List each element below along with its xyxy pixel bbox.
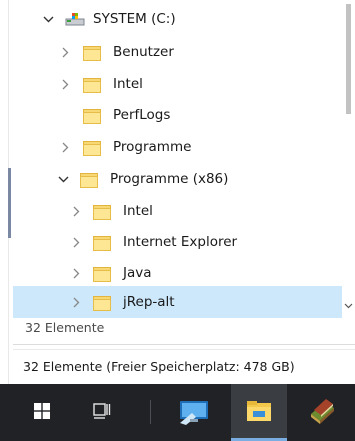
tree-item-internet-explorer[interactable]: Internet Explorer [13,227,342,257]
chevron-down-icon[interactable] [56,172,70,186]
folder-icon [82,107,102,124]
tree-item-label: jRep-alt [123,294,175,310]
taskbar-separator [150,400,151,424]
folder-icon [82,44,102,61]
chevron-right-icon[interactable] [58,140,72,154]
tree-item-benutzer[interactable]: Benutzer [13,37,342,67]
folder-icon [92,203,112,220]
chevron-down-icon[interactable] [41,12,55,26]
folder-icon [82,76,102,93]
chevron-right-icon[interactable] [58,45,72,59]
task-view-icon [93,402,111,423]
tree-item-jrep-alt[interactable]: jRep-alt [13,286,342,318]
remote-desktop-icon [178,397,212,429]
tree-item-java[interactable]: Java [13,258,342,288]
chevron-right-icon[interactable] [58,77,72,91]
tree-item-label: Intel [123,203,153,219]
folder-icon [82,139,102,156]
tree-item-label: Java [123,265,152,281]
folder-icon [92,234,112,251]
start-button[interactable] [18,384,66,441]
windows-logo-icon [34,402,50,423]
scroll-down-icon[interactable] [343,300,354,312]
books-app[interactable] [296,384,348,441]
tree-item-label: SYSTEM (C:) [93,11,176,27]
folder-icon [92,265,112,282]
tree-item-intel[interactable]: Intel [13,69,342,99]
tree-item-system-drive[interactable]: SYSTEM (C:) [13,4,342,34]
tree-item-label: Internet Explorer [123,234,238,250]
status-text: 32 Elemente (Freier Speicherplatz: 478 G… [23,359,295,374]
file-explorer-icon [246,400,272,426]
vertical-scrollbar[interactable] [342,0,355,318]
chevron-placeholder [58,108,72,122]
tree-item-label: PerfLogs [113,107,171,123]
books-icon [307,396,337,430]
window-edge-accent [8,168,11,238]
scrollbar-thumb[interactable] [346,4,351,114]
tree-item-label: Benutzer [113,44,174,60]
tree-item-programme-x86[interactable]: Programme (x86) [13,164,342,194]
chevron-right-icon[interactable] [69,266,83,280]
drive-icon [65,12,85,26]
remote-desktop-app[interactable] [170,384,220,441]
tree-item-perflogs[interactable]: PerfLogs [13,100,342,130]
pane-divider [13,344,355,345]
chevron-right-icon[interactable] [69,204,83,218]
tree-item-label: Programme (x86) [110,171,229,187]
taskbar [0,384,355,441]
tree-item-x86-intel[interactable]: Intel [13,196,342,226]
tree-item-label: Programme [113,139,192,155]
file-explorer-window: SYSTEM (C:) Benutzer Intel PerfLogs Prog… [0,0,355,441]
tree-item-programme[interactable]: Programme [13,132,342,162]
file-explorer-app[interactable] [231,384,287,441]
tree-item-label: Intel [113,76,143,92]
navigation-pane: SYSTEM (C:) Benutzer Intel PerfLogs Prog… [13,0,342,318]
folder-icon [92,294,112,311]
folder-icon [79,171,99,188]
task-view-button[interactable] [78,384,126,441]
chevron-right-icon[interactable] [69,235,83,249]
item-count: 32 Elemente [25,320,105,335]
status-bar: 32 Elemente (Freier Speicherplatz: 478 G… [13,349,355,383]
chevron-right-icon[interactable] [69,295,83,309]
